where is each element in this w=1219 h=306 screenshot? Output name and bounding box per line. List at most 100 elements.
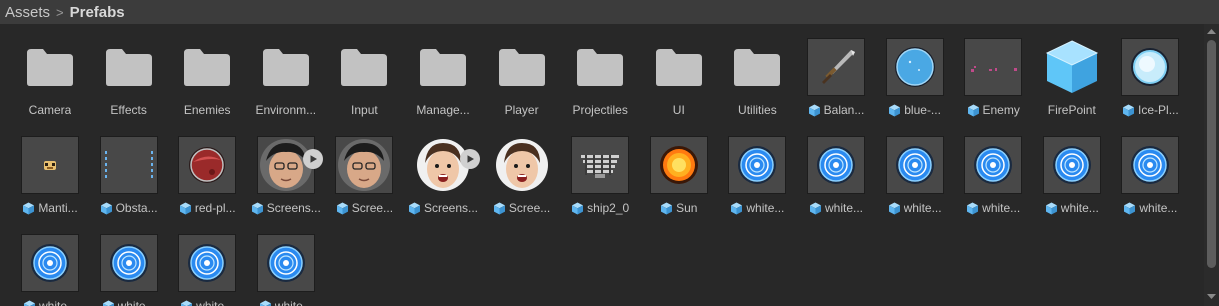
- asset-item[interactable]: Screens...: [247, 122, 325, 220]
- item-label-text: white...: [38, 299, 77, 306]
- item-label: Projectiles: [561, 102, 639, 118]
- icecircle-thumbnail: [1121, 38, 1180, 96]
- asset-grid: Camera Effects Enemies Environm... Input Mana…: [0, 24, 1204, 306]
- prefab-cube-icon: [179, 202, 192, 215]
- prefab-cube-icon: [808, 104, 821, 117]
- folder-item[interactable]: Effects: [90, 24, 168, 122]
- folder-item[interactable]: Projectiles: [561, 24, 639, 122]
- asset-item[interactable]: white...: [1111, 122, 1189, 220]
- folder-item[interactable]: Enemies: [168, 24, 246, 122]
- asset-item[interactable]: Manti...: [11, 122, 89, 220]
- prefab-cube-icon: [102, 300, 115, 306]
- breadcrumb-prefabs[interactable]: Prefabs: [70, 4, 125, 21]
- play-icon[interactable]: [302, 149, 323, 169]
- item-label-text: Projectiles: [572, 103, 628, 117]
- ship-thumbnail: [571, 136, 630, 194]
- item-label: Enemy: [954, 102, 1032, 118]
- asset-item[interactable]: Sun: [640, 122, 718, 220]
- portal-thumbnail: [1042, 136, 1101, 194]
- asset-item[interactable]: Balan...: [797, 24, 875, 122]
- scrollbar-thumb[interactable]: [1207, 40, 1216, 268]
- item-label-text: Enemies: [183, 103, 231, 117]
- asset-item[interactable]: white...: [247, 220, 325, 306]
- item-label: white...: [247, 298, 325, 306]
- asset-item[interactable]: ship2_0: [561, 122, 639, 220]
- item-label-text: white...: [274, 299, 313, 306]
- scroll-up-arrow-icon[interactable]: [1204, 26, 1219, 36]
- prefab-cube-icon: [966, 202, 979, 215]
- asset-item[interactable]: white...: [11, 220, 89, 306]
- asset-item[interactable]: white...: [797, 122, 875, 220]
- portal-thumbnail: [885, 136, 944, 194]
- folder-item[interactable]: Utilities: [718, 24, 796, 122]
- item-label-text: white...: [117, 299, 156, 306]
- portal-thumbnail: [256, 234, 315, 292]
- mantis-thumbnail: [21, 136, 79, 194]
- prefab-cube-icon: [1122, 104, 1135, 117]
- folder-item[interactable]: Camera: [11, 24, 89, 122]
- item-label: Scree...: [325, 200, 403, 216]
- folder-item[interactable]: Environm...: [247, 24, 325, 122]
- folder-icon: [571, 38, 629, 96]
- prefab-cube-icon: [22, 202, 35, 215]
- item-label-text: white...: [1060, 201, 1099, 215]
- asset-item[interactable]: Obsta...: [90, 122, 168, 220]
- asset-item[interactable]: white...: [954, 122, 1032, 220]
- folder-item[interactable]: Player: [483, 24, 561, 122]
- item-label-text: Enemy: [982, 103, 1020, 117]
- item-label-text: Utilities: [738, 103, 777, 117]
- item-label-text: ship2_0: [587, 201, 630, 215]
- folder-item[interactable]: Input: [325, 24, 403, 122]
- item-label-text: Input: [351, 103, 378, 117]
- vertical-scrollbar[interactable]: [1204, 24, 1219, 306]
- asset-item[interactable]: white...: [1033, 122, 1111, 220]
- item-label: ship2_0: [561, 200, 639, 216]
- prefab-cube-icon: [571, 202, 584, 215]
- item-label-text: Scree...: [351, 201, 394, 215]
- asset-item[interactable]: Ice-Pl...: [1111, 24, 1189, 122]
- item-label: red-pl...: [168, 200, 246, 216]
- portal-thumbnail: [178, 234, 237, 292]
- item-label-text: Environm...: [255, 103, 317, 117]
- cube-thumbnail: [1043, 38, 1101, 96]
- folder-item[interactable]: Manage...: [404, 24, 482, 122]
- prefab-cube-icon: [1045, 202, 1058, 215]
- asset-item[interactable]: red-pl...: [168, 122, 246, 220]
- redplanet-thumbnail: [178, 136, 237, 194]
- asset-item[interactable]: Scree...: [483, 122, 561, 220]
- item-label: Manage...: [404, 102, 482, 118]
- item-label-text: Sun: [676, 201, 698, 215]
- asset-item[interactable]: Screens...: [404, 122, 482, 220]
- item-label-text: Manage...: [416, 103, 470, 117]
- asset-item[interactable]: white...: [90, 220, 168, 306]
- breadcrumb-assets[interactable]: Assets: [0, 4, 50, 21]
- item-label-text: Ice-Pl...: [1138, 103, 1179, 117]
- breadcrumb-separator: >: [56, 4, 64, 20]
- asset-item[interactable]: FirePoint: [1033, 24, 1111, 122]
- item-label: Balan...: [797, 102, 875, 118]
- prefab-cube-icon: [967, 104, 980, 117]
- item-label-text: white...: [746, 201, 785, 215]
- play-icon[interactable]: [460, 149, 480, 169]
- folder-icon: [335, 38, 393, 96]
- item-label-text: blue-...: [904, 103, 941, 117]
- item-label: white...: [876, 200, 954, 216]
- asset-item[interactable]: white...: [168, 220, 246, 306]
- item-label: Screens...: [404, 200, 482, 216]
- asset-item[interactable]: white...: [718, 122, 796, 220]
- asset-item[interactable]: white...: [876, 122, 954, 220]
- item-label: Screens...: [247, 200, 325, 216]
- folder-item[interactable]: UI: [640, 24, 718, 122]
- asset-item[interactable]: blue-...: [876, 24, 954, 122]
- asset-item[interactable]: Scree...: [325, 122, 403, 220]
- folder-icon: [100, 38, 158, 96]
- item-label-text: Scree...: [508, 201, 551, 215]
- item-label: Camera: [11, 102, 89, 118]
- item-label: FirePoint: [1033, 102, 1111, 118]
- folder-icon: [178, 38, 236, 96]
- item-label: white...: [90, 298, 168, 306]
- folder-icon: [728, 38, 786, 96]
- asset-item[interactable]: Enemy: [954, 24, 1032, 122]
- scroll-down-arrow-icon[interactable]: [1204, 292, 1219, 302]
- item-label-text: UI: [672, 103, 685, 117]
